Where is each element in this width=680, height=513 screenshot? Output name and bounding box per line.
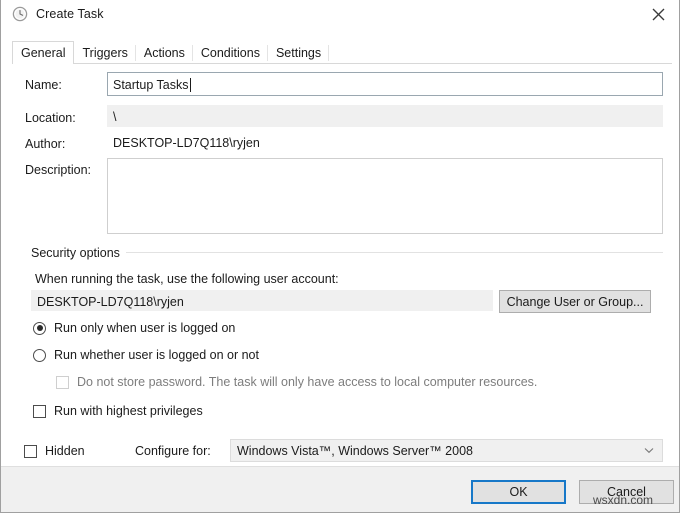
tab-triggers-label: Triggers [82, 46, 128, 60]
radio-indicator [33, 348, 46, 362]
checkbox-do-not-store-password-label: Do not store password. The task will onl… [77, 375, 538, 389]
security-options-group-line [101, 252, 663, 253]
configure-for-select[interactable]: Windows Vista™, Windows Server™ 2008 [230, 439, 663, 462]
checkbox-run-highest-privileges[interactable]: Run with highest privileges [33, 404, 203, 418]
checkbox-indicator [24, 444, 37, 458]
security-options-group-label: Security options [31, 246, 126, 260]
account-prompt: When running the task, use the following… [35, 272, 339, 286]
radio-run-only-logged-on-label: Run only when user is logged on [54, 321, 236, 335]
tab-strip: General Triggers Actions Conditions Sett… [12, 41, 672, 65]
change-user-or-group-label: Change User or Group... [506, 294, 644, 309]
radio-run-whether-logged-on-label: Run whether user is logged on or not [54, 348, 259, 362]
name-input[interactable]: Startup Tasks [107, 72, 663, 96]
tab-conditions[interactable]: Conditions [193, 42, 269, 64]
tab-conditions-label: Conditions [200, 46, 260, 60]
location-field: \ [107, 105, 663, 127]
location-value: \ [113, 110, 117, 124]
checkbox-indicator [56, 375, 69, 389]
checkbox-indicator [33, 404, 46, 418]
clock-icon [12, 6, 28, 22]
tab-general[interactable]: General [12, 41, 75, 65]
tab-settings[interactable]: Settings [268, 42, 330, 64]
change-user-or-group-button[interactable]: Change User or Group... [499, 290, 651, 313]
configure-for-label: Configure for: [135, 444, 211, 458]
watermark: wsxdn.com [593, 493, 654, 507]
location-label: Location: [25, 111, 76, 125]
name-input-value: Startup Tasks [113, 78, 189, 92]
checkbox-hidden[interactable]: Hidden [24, 444, 85, 458]
description-label: Description: [25, 163, 91, 177]
tab-settings-label: Settings [275, 46, 322, 60]
close-icon[interactable] [635, 0, 679, 28]
tab-general-label: General [21, 46, 66, 60]
ok-button-label: OK [509, 485, 528, 499]
radio-run-only-logged-on[interactable]: Run only when user is logged on [33, 321, 235, 335]
text-caret [189, 78, 191, 92]
checkbox-hidden-label: Hidden [45, 444, 85, 458]
tab-triggers[interactable]: Triggers [74, 42, 137, 64]
user-account-field: DESKTOP-LD7Q118\ryjen [31, 290, 493, 311]
radio-run-whether-logged-on[interactable]: Run whether user is logged on or not [33, 348, 259, 362]
author-label: Author: [25, 137, 66, 151]
tab-actions-label: Actions [143, 46, 185, 60]
radio-indicator [33, 321, 46, 335]
create-task-dialog: Create Task General Triggers Actions Con… [0, 0, 680, 513]
checkbox-do-not-store-password[interactable]: Do not store password. The task will onl… [56, 375, 537, 389]
name-label: Name: [25, 78, 62, 92]
configure-for-value: Windows Vista™, Windows Server™ 2008 [237, 443, 473, 458]
window-title: Create Task [36, 7, 104, 21]
checkbox-run-highest-privileges-label: Run with highest privileges [54, 404, 203, 418]
title-bar: Create Task [1, 0, 679, 28]
tab-actions[interactable]: Actions [136, 42, 193, 64]
author-value: DESKTOP-LD7Q118\ryjen [113, 136, 260, 150]
chevron-down-icon [644, 440, 654, 461]
ok-button[interactable]: OK [471, 480, 566, 504]
author-field: DESKTOP-LD7Q118\ryjen [107, 131, 663, 153]
description-input[interactable] [107, 158, 663, 234]
user-account-value: DESKTOP-LD7Q118\ryjen [37, 294, 184, 309]
